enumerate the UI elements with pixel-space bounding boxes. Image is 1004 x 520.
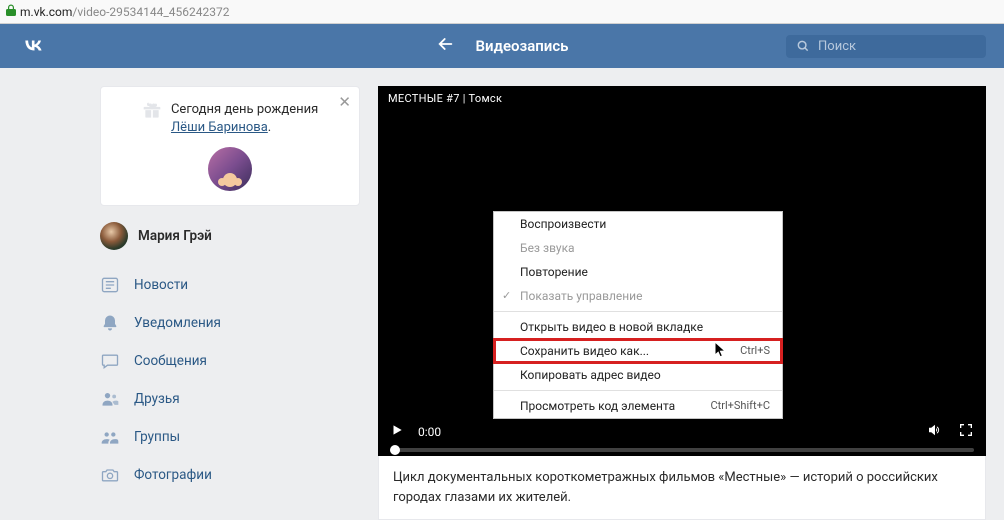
search-icon [796,39,810,53]
friends-icon [100,389,120,409]
content: ✕ Сегодня день рождения Лёши Баринова. М… [0,68,1004,520]
nav-groups[interactable]: Группы [100,418,360,456]
topbar: Видеозапись Поиск [0,24,1004,68]
groups-icon [100,427,120,447]
profile-avatar [100,222,128,250]
ctx-play[interactable]: Воспроизвести [494,212,782,236]
birthday-name-link[interactable]: Лёши Баринова [171,120,268,135]
ctx-loop[interactable]: Повторение [494,260,782,284]
vk-logo-icon[interactable] [18,37,48,55]
play-icon[interactable] [390,423,404,440]
fullscreen-icon[interactable] [958,422,974,441]
separator [494,311,782,312]
video-player[interactable]: Воспроизвести Без звука Повторение ✓Пока… [378,111,986,456]
nav-photos[interactable]: Фотографии [100,456,360,494]
nav: Новости Уведомления Сообщения Друзья Гру… [100,266,360,494]
video-description: Цикл документальных короткометражных фил… [378,456,986,520]
topbar-center: Видеозапись [436,34,569,59]
search-input[interactable]: Поиск [786,35,986,58]
camera-icon [100,465,120,485]
right-column: МЕСТНЫЕ #7 | Томск Воспроизвести Без зву… [378,86,986,520]
nav-news[interactable]: Новости [100,266,360,304]
lock-icon [6,4,16,19]
ctx-copy-address[interactable]: Копировать адрес видео [494,363,782,387]
nav-friends[interactable]: Друзья [100,380,360,418]
context-menu: Воспроизвести Без звука Повторение ✓Пока… [493,211,783,419]
page-title: Видеозапись [476,37,569,55]
volume-icon[interactable] [926,421,944,442]
birthday-avatar[interactable] [208,147,252,191]
url-host: m.vk.com [20,5,72,19]
nav-messages[interactable]: Сообщения [100,342,360,380]
news-icon [100,275,120,295]
bell-icon [100,313,120,333]
url-path: /video-29534144_456242372 [72,5,229,19]
progress-thumb[interactable] [390,445,400,455]
address-bar[interactable]: m.vk.com/video-29534144_456242372 [0,0,1004,24]
ctx-show-controls[interactable]: ✓Показать управление [494,284,782,308]
nav-notifications[interactable]: Уведомления [100,304,360,342]
profile-name: Мария Грэй [138,228,212,244]
video-time: 0:00 [418,425,441,439]
birthday-card: ✕ Сегодня день рождения Лёши Баринова. [100,86,360,206]
ctx-mute[interactable]: Без звука [494,236,782,260]
video-controls: 0:00 [378,414,986,456]
close-icon[interactable]: ✕ [338,93,351,111]
message-icon [100,351,120,371]
ctx-open-new-tab[interactable]: Открыть видео в новой вкладке [494,315,782,339]
video-title: МЕСТНЫЕ #7 | Томск [378,86,986,111]
gift-icon [142,101,162,125]
left-column: ✕ Сегодня день рождения Лёши Баринова. М… [100,86,360,494]
check-icon: ✓ [502,289,511,302]
separator [494,390,782,391]
back-arrow-icon[interactable] [436,34,456,59]
birthday-line1: Сегодня день рождения [171,102,318,117]
progress-bar[interactable] [390,448,974,452]
search-placeholder: Поиск [818,39,856,54]
ctx-save-as[interactable]: Сохранить видео как...Ctrl+S [494,339,782,363]
profile-link[interactable]: Мария Грэй [100,220,360,252]
